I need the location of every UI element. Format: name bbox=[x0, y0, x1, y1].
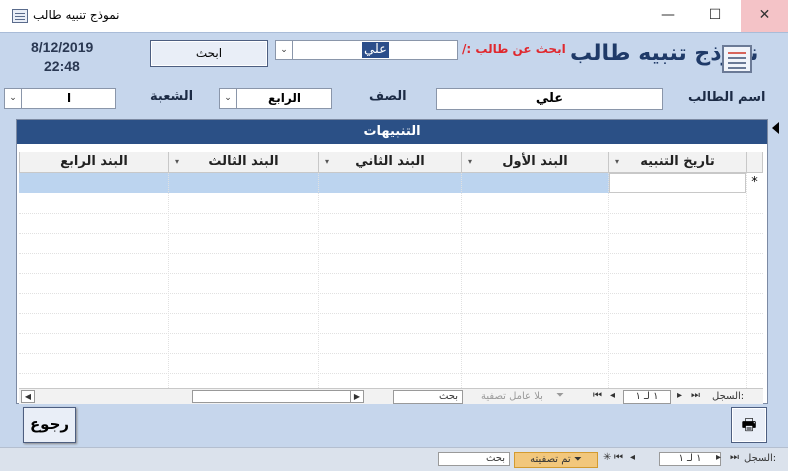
app-icon bbox=[12, 9, 28, 23]
column-header-item4[interactable]: البند الرابع bbox=[19, 152, 169, 173]
search-input-value[interactable]: علي bbox=[362, 42, 389, 58]
new-record-icon[interactable]: ✳ bbox=[603, 452, 611, 463]
chevron-down-icon[interactable]: ⌄ bbox=[276, 41, 293, 59]
search-label: ابحث عن طالب :/ bbox=[462, 42, 566, 56]
section-combo[interactable]: ⌄ ا bbox=[4, 88, 116, 109]
alerts-subform: التنبيهات ▾ تاريخ التنبيه ▾ البند الأول … bbox=[16, 119, 768, 404]
subform-search-box[interactable]: بحث bbox=[393, 390, 463, 404]
prev-record-icon[interactable]: ▸ bbox=[716, 452, 721, 463]
first-record-icon[interactable]: ⏭ bbox=[691, 390, 700, 401]
main-filter-status[interactable]: تم تصفيته ⏷ bbox=[514, 452, 598, 468]
alerts-grid: ▾ تاريخ التنبيه ▾ البند الأول ▾ البند ال… bbox=[19, 152, 763, 390]
subform-record-box[interactable]: ١ لـ ١ bbox=[623, 390, 671, 404]
scroll-left-button[interactable]: ◀ bbox=[21, 390, 35, 403]
time-display: 22:48 bbox=[44, 58, 80, 74]
subform-record-navigator: ◀ ▶ بحث بلا عامل تصفية ⏷ ⏮ ◂ ١ لـ ١ ▸ ⏭ … bbox=[19, 388, 763, 404]
new-row-marker[interactable]: * bbox=[746, 173, 763, 193]
class-value[interactable]: الرابع bbox=[238, 89, 331, 108]
search-button[interactable]: ابحث bbox=[150, 40, 268, 67]
student-name-label: اسم الطالب bbox=[688, 90, 766, 105]
subform-title: التنبيهات bbox=[17, 120, 767, 144]
last-record-icon[interactable]: ⏮ bbox=[593, 390, 602, 401]
table-row[interactable] bbox=[19, 173, 609, 193]
window-title: نموذج تنبيه طالب bbox=[33, 8, 120, 22]
next-record-icon[interactable]: ◂ bbox=[610, 390, 615, 401]
main-search-box[interactable]: بحث bbox=[438, 452, 510, 466]
chevron-down-icon[interactable]: ⌄ bbox=[5, 89, 22, 108]
date-cell[interactable] bbox=[609, 173, 746, 193]
printer-icon: 🖶 bbox=[741, 415, 757, 434]
date-display: 8/12/2019 bbox=[31, 39, 94, 55]
print-button[interactable]: 🖶 bbox=[731, 407, 767, 443]
first-record-icon[interactable]: ⏭ bbox=[730, 452, 739, 463]
close-button[interactable]: ✕ bbox=[741, 0, 788, 32]
subform-record-label: السجل: bbox=[712, 391, 745, 402]
column-header-date[interactable]: ▾ تاريخ التنبيه bbox=[608, 152, 747, 173]
form-icon bbox=[722, 45, 752, 73]
class-combo[interactable]: ⌄ الرابع bbox=[219, 88, 332, 109]
column-header-item1[interactable]: ▾ البند الأول bbox=[461, 152, 609, 173]
subform-filter-status: بلا عامل تصفية bbox=[481, 391, 543, 402]
scroll-right-button[interactable]: ▶ bbox=[350, 390, 364, 403]
horizontal-scrollbar[interactable] bbox=[192, 390, 362, 403]
next-record-icon[interactable]: ◂ bbox=[630, 452, 635, 463]
filter-icon: ⏷ bbox=[556, 390, 564, 401]
prev-record-icon[interactable]: ▸ bbox=[677, 390, 682, 401]
last-record-icon[interactable]: ⏮ bbox=[614, 452, 623, 463]
main-record-box[interactable]: ١ لـ ١ bbox=[659, 452, 721, 466]
back-button[interactable]: رجوع bbox=[23, 407, 76, 443]
main-record-navigator: بحث تم تصفيته ⏷ ✳ ⏮ ◂ ١ لـ ١ ▸ ⏭ السجل: bbox=[0, 447, 788, 471]
section-value[interactable]: ا bbox=[23, 89, 115, 108]
column-header-item3[interactable]: ▾ البند الثالث bbox=[168, 152, 319, 173]
section-label: الشعبة bbox=[150, 89, 194, 104]
student-name-field[interactable]: علي bbox=[436, 88, 663, 110]
chevron-down-icon[interactable]: ⌄ bbox=[220, 89, 237, 108]
title-bar: — ☐ ✕ نموذج تنبيه طالب bbox=[0, 0, 788, 32]
filter-icon: ⏷ bbox=[573, 454, 582, 465]
main-record-label: السجل: bbox=[744, 453, 777, 464]
minimize-button[interactable]: — bbox=[645, 0, 691, 32]
column-header-item2[interactable]: ▾ البند الثاني bbox=[318, 152, 462, 173]
subform-side-arrow bbox=[772, 122, 779, 134]
class-label: الصف bbox=[369, 89, 407, 104]
maximize-button[interactable]: ☐ bbox=[692, 0, 738, 32]
student-search-combo[interactable]: ⌄ علي bbox=[275, 40, 458, 60]
row-selector-header bbox=[746, 152, 763, 173]
